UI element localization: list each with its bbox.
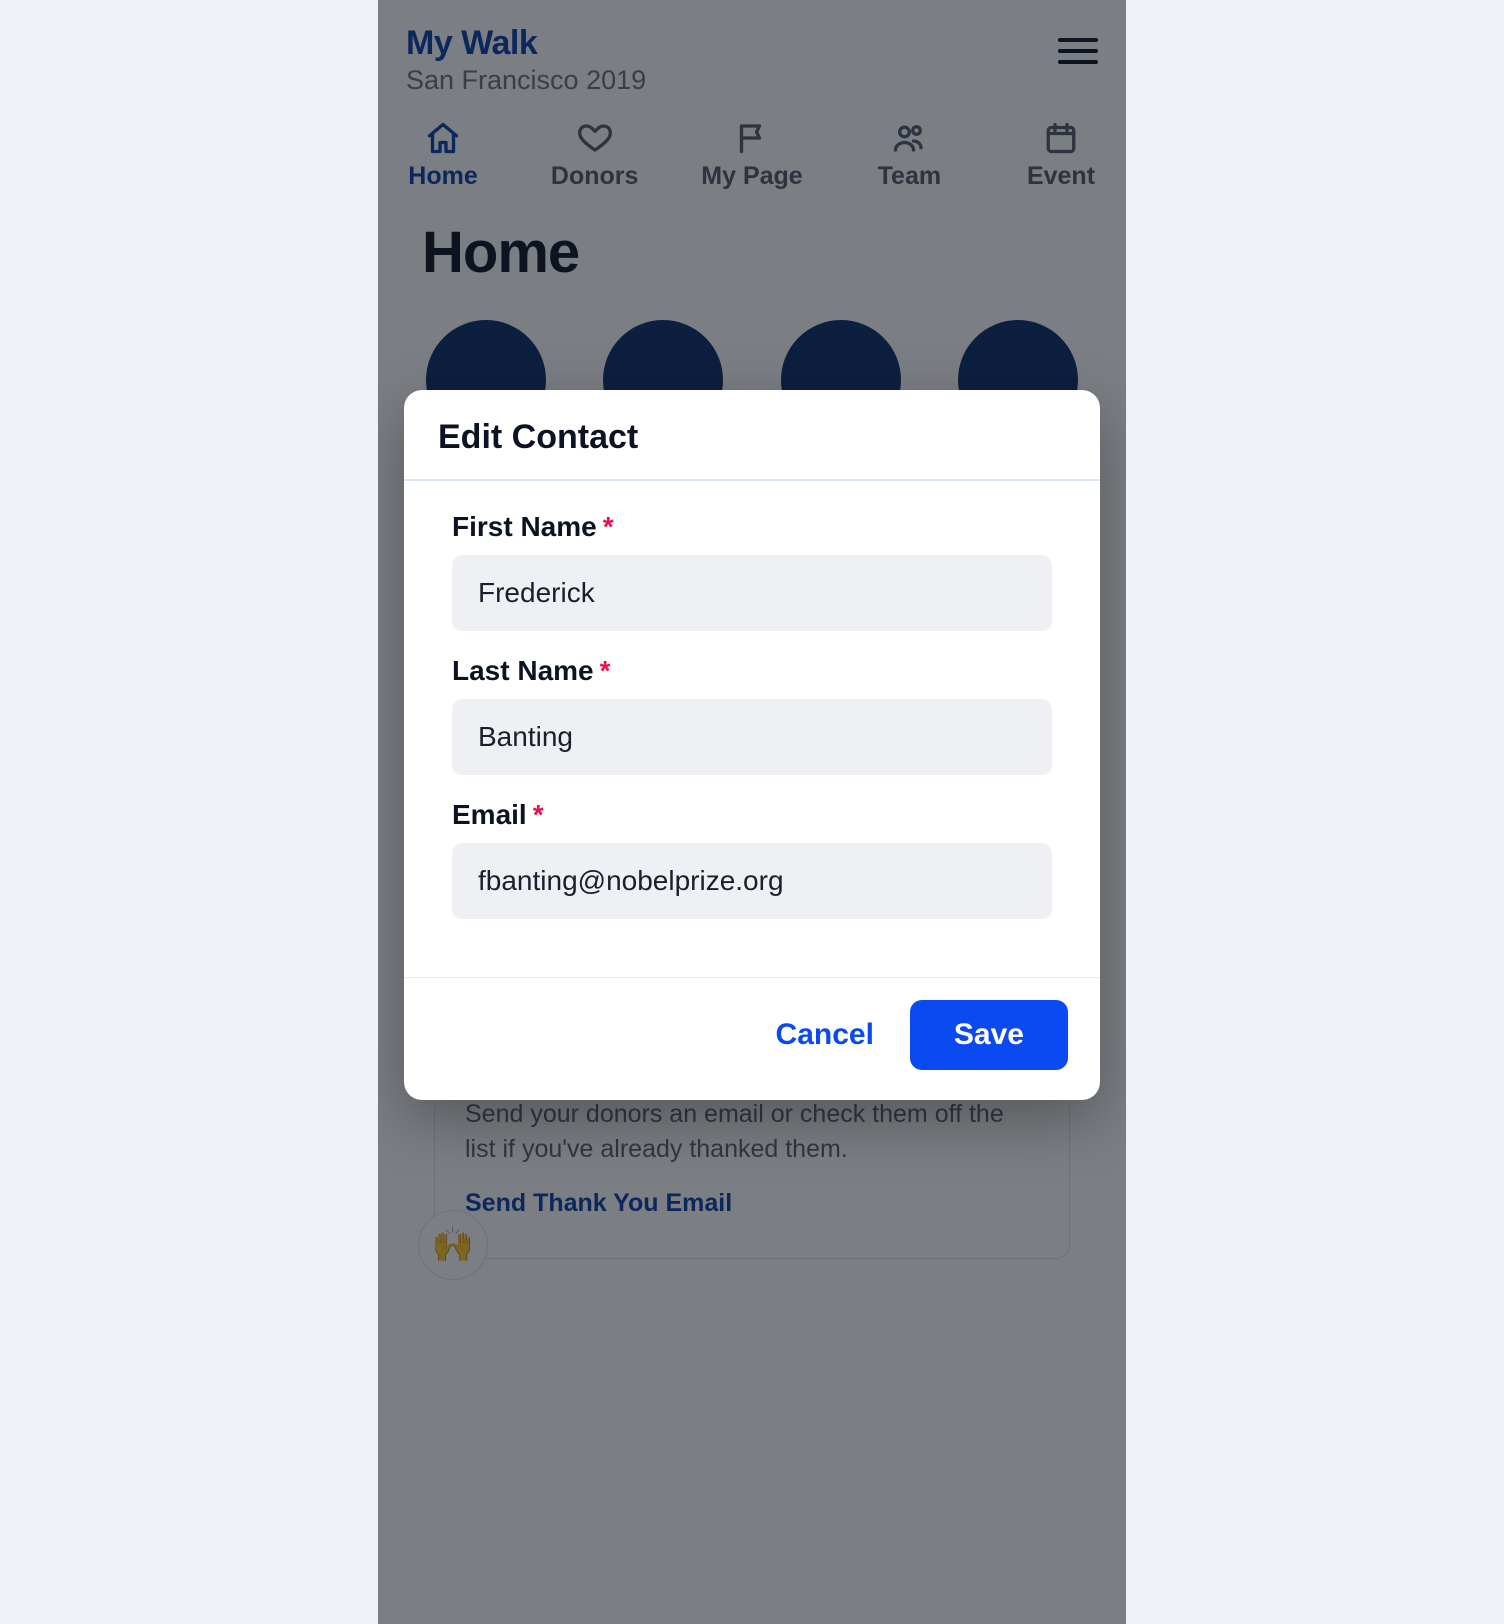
first-name-label: First Name (452, 511, 597, 543)
save-button[interactable]: Save (910, 1000, 1068, 1070)
field-first-name: First Name* (452, 511, 1052, 631)
field-last-name: Last Name* (452, 655, 1052, 775)
modal-footer: Cancel Save (404, 977, 1100, 1100)
last-name-input[interactable] (452, 699, 1052, 775)
modal-header: Edit Contact (404, 390, 1100, 481)
required-marker: * (603, 511, 614, 542)
last-name-label: Last Name (452, 655, 594, 687)
email-label: Email (452, 799, 527, 831)
required-marker: * (533, 799, 544, 830)
modal-title: Edit Contact (438, 418, 1066, 457)
cancel-button[interactable]: Cancel (776, 1018, 874, 1052)
modal-body: First Name* Last Name* Email* (404, 481, 1100, 977)
first-name-input[interactable] (452, 555, 1052, 631)
email-input[interactable] (452, 843, 1052, 919)
edit-contact-modal: Edit Contact First Name* Last Name* Emai… (404, 390, 1100, 1100)
app-frame: My Walk San Francisco 2019 Home Donors (378, 0, 1126, 1624)
field-email: Email* (452, 799, 1052, 919)
required-marker: * (600, 655, 611, 686)
